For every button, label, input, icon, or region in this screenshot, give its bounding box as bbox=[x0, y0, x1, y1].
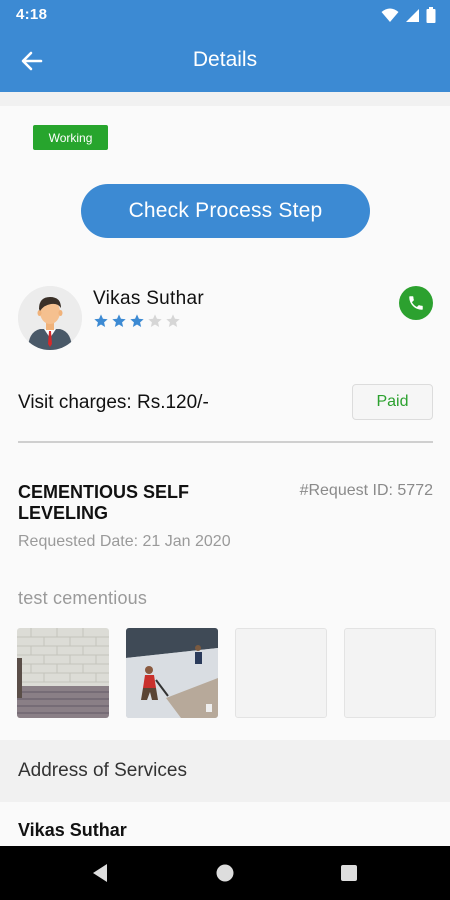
status-icons bbox=[381, 7, 436, 23]
nav-recents-icon bbox=[341, 865, 357, 881]
status-badge: Working bbox=[33, 125, 108, 150]
star-filled-icon bbox=[112, 314, 126, 327]
system-nav-bar bbox=[0, 846, 450, 900]
star-empty-icon bbox=[166, 314, 180, 327]
top-strip bbox=[0, 92, 450, 106]
address-name: Vikas Suthar bbox=[18, 820, 127, 840]
visit-charges: Visit charges: Rs.120/- bbox=[18, 392, 209, 413]
star-empty-icon bbox=[148, 314, 162, 327]
photo-placeholder[interactable] bbox=[235, 628, 327, 718]
service-title: CEMENTIOUS SELF LEVELING bbox=[18, 482, 190, 523]
photo-gallery bbox=[17, 628, 436, 718]
check-process-step-button[interactable]: Check Process Step bbox=[81, 184, 370, 238]
battery-icon bbox=[426, 7, 436, 23]
nav-home-button[interactable] bbox=[195, 846, 255, 900]
payment-status-badge: Paid bbox=[352, 384, 433, 420]
room-photo bbox=[17, 628, 109, 718]
signal-icon bbox=[406, 8, 419, 22]
photo-thumbnail[interactable] bbox=[17, 628, 109, 718]
wifi-icon bbox=[381, 8, 399, 22]
avatar bbox=[18, 286, 82, 350]
worker-photo bbox=[126, 628, 218, 718]
provider-rating bbox=[93, 313, 181, 329]
phone-icon bbox=[409, 296, 423, 310]
app-bar: Details bbox=[0, 30, 450, 92]
divider bbox=[18, 441, 433, 443]
requested-date: Requested Date: 21 Jan 2020 bbox=[18, 533, 231, 550]
person-avatar-icon bbox=[18, 286, 82, 350]
star-filled-icon bbox=[94, 314, 108, 327]
service-description: test cementious bbox=[18, 588, 148, 608]
photo-placeholder[interactable] bbox=[344, 628, 436, 718]
nav-home-icon bbox=[216, 864, 234, 882]
status-bar: 4:18 bbox=[0, 0, 450, 30]
page-title: Details bbox=[192, 48, 258, 71]
address-section-title: Address of Services bbox=[18, 760, 187, 781]
photo-thumbnail[interactable] bbox=[126, 628, 218, 718]
nav-back-icon bbox=[93, 864, 107, 882]
address-section: Address of Services bbox=[0, 740, 450, 802]
request-id: #Request ID: 5772 bbox=[299, 482, 433, 499]
status-time: 4:18 bbox=[16, 6, 48, 23]
star-filled-icon bbox=[130, 314, 144, 327]
call-button[interactable] bbox=[399, 286, 433, 320]
provider-name: Vikas Suthar bbox=[93, 288, 204, 309]
nav-back-button[interactable] bbox=[70, 846, 130, 900]
details-content[interactable]: Working Check Process Step Vikas Suthar … bbox=[0, 92, 450, 846]
nav-recents-button[interactable] bbox=[319, 846, 379, 900]
